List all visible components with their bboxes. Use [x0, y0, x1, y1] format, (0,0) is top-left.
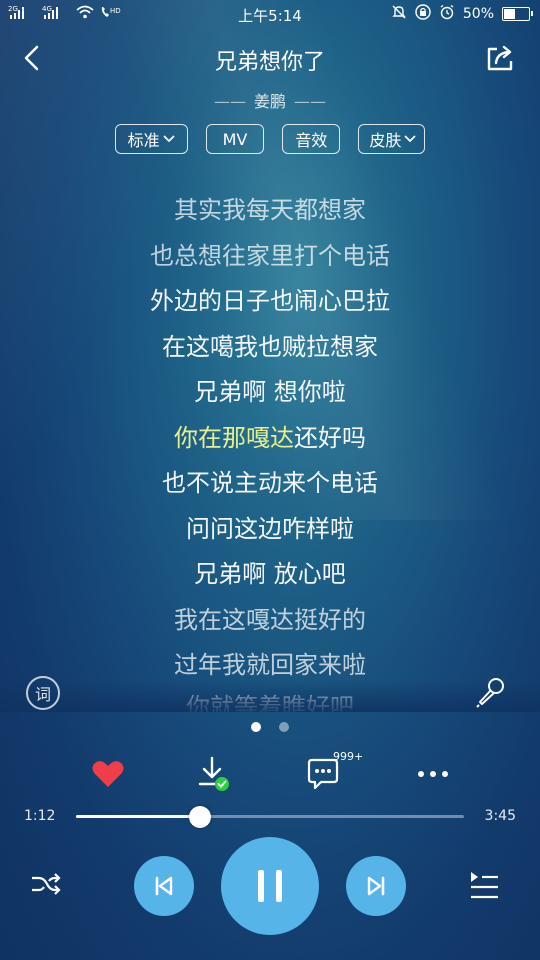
mv-label: MV	[222, 129, 248, 149]
status-bar: 2G 4G HD 上午5:14 50%	[0, 0, 540, 28]
song-title: 兄弟想你了	[214, 50, 325, 75]
option-pills: 标准 MV 音效 皮肤	[0, 124, 540, 154]
current-lyric-line: 你在那嘎达还好吗	[0, 420, 540, 466]
seek-thumb[interactable]	[189, 806, 212, 828]
artist-line: —— 姜鹏 ——	[0, 88, 540, 112]
lyric-line: 我在这嘎达挺好的	[174, 605, 366, 634]
lock-rotation-icon	[415, 4, 431, 24]
lyric-line: 问问这边咋样啦	[186, 514, 354, 543]
lyric-line: 过年我就回家来啦	[174, 651, 366, 679]
current-time: 1:12	[24, 808, 56, 824]
page-dot-active[interactable]	[251, 722, 261, 732]
pause-icon	[258, 870, 282, 902]
page-indicator	[0, 722, 540, 732]
mv-button[interactable]: MV	[205, 124, 265, 154]
dash-right: ——	[294, 92, 326, 111]
lyric-line: 也不说主动来个电话	[162, 469, 378, 497]
quality-label: 标准	[127, 131, 160, 150]
mute-bell-icon	[391, 4, 407, 24]
previous-button[interactable]	[134, 856, 194, 916]
lyric-line: 其实我每天都想家	[174, 196, 366, 224]
lyric-settings-button[interactable]: 词	[26, 676, 60, 710]
progress-bar: 1:12 3:45	[0, 804, 540, 832]
lyrics-panel[interactable]: 其实我每天都想家 也总想往家里打个电话 外边的日子也闹心巴拉 在这噶我也贼拉想家…	[0, 192, 540, 712]
pause-button[interactable]	[221, 837, 319, 935]
battery-icon	[502, 7, 533, 21]
total-time: 3:45	[484, 808, 516, 824]
heart-icon	[92, 761, 124, 787]
alarm-icon	[439, 4, 455, 24]
battery-percent: 50%	[462, 6, 494, 22]
page-dot[interactable]	[279, 722, 289, 732]
share-icon	[487, 45, 513, 71]
microphone-icon	[476, 678, 504, 708]
action-row: 999+	[0, 750, 540, 796]
lyric-line: 外边的日子也闹心巴拉	[150, 287, 390, 315]
artist-name[interactable]: 姜鹏	[254, 92, 286, 111]
share-button[interactable]	[482, 40, 518, 76]
player-header: 兄弟想你了 —— 姜鹏 ——	[0, 36, 540, 116]
skip-next-icon	[367, 876, 385, 896]
lyric-line: 兄弟啊 放心吧	[194, 560, 346, 588]
playback-controls	[0, 836, 540, 936]
more-dots-icon	[418, 771, 448, 777]
lyric-line: 也总想往家里打个电话	[150, 241, 390, 270]
next-button[interactable]	[346, 856, 406, 916]
skin-label: 皮肤	[369, 131, 402, 150]
seek-track[interactable]	[76, 806, 464, 828]
lyric-rest: 还好吗	[294, 423, 366, 452]
chevron-down-icon	[162, 135, 175, 143]
play-mode-button[interactable]	[28, 866, 64, 902]
skin-button[interactable]: 皮肤	[358, 124, 426, 154]
sing-along-button[interactable]	[472, 674, 508, 710]
shuffle-icon	[32, 873, 61, 895]
seek-played	[76, 815, 201, 818]
lyric-settings-label: 词	[34, 685, 51, 704]
playlist-icon	[471, 872, 498, 899]
lyric-line: 在这噶我也贼拉想家	[162, 332, 378, 361]
download-button[interactable]	[190, 752, 238, 796]
more-button[interactable]	[409, 752, 457, 796]
chevron-down-icon	[404, 135, 417, 143]
lyric-line: 兄弟啊 想你啦	[194, 378, 346, 406]
quality-button[interactable]: 标准	[114, 124, 188, 154]
skip-previous-icon	[155, 876, 173, 896]
lyric-highlight: 你在那嘎达	[174, 423, 294, 452]
sound-effect-button[interactable]: 音效	[282, 124, 341, 154]
status-right: 50%	[391, 4, 533, 24]
download-icon	[198, 756, 229, 791]
like-button[interactable]	[84, 752, 132, 796]
comment-count-badge: 999+	[333, 750, 364, 763]
playlist-button[interactable]	[466, 868, 502, 902]
lyric-line: 你就等着瞧好吧	[186, 692, 354, 713]
dash-left: ——	[213, 92, 246, 111]
sound-effect-label: 音效	[295, 131, 328, 150]
